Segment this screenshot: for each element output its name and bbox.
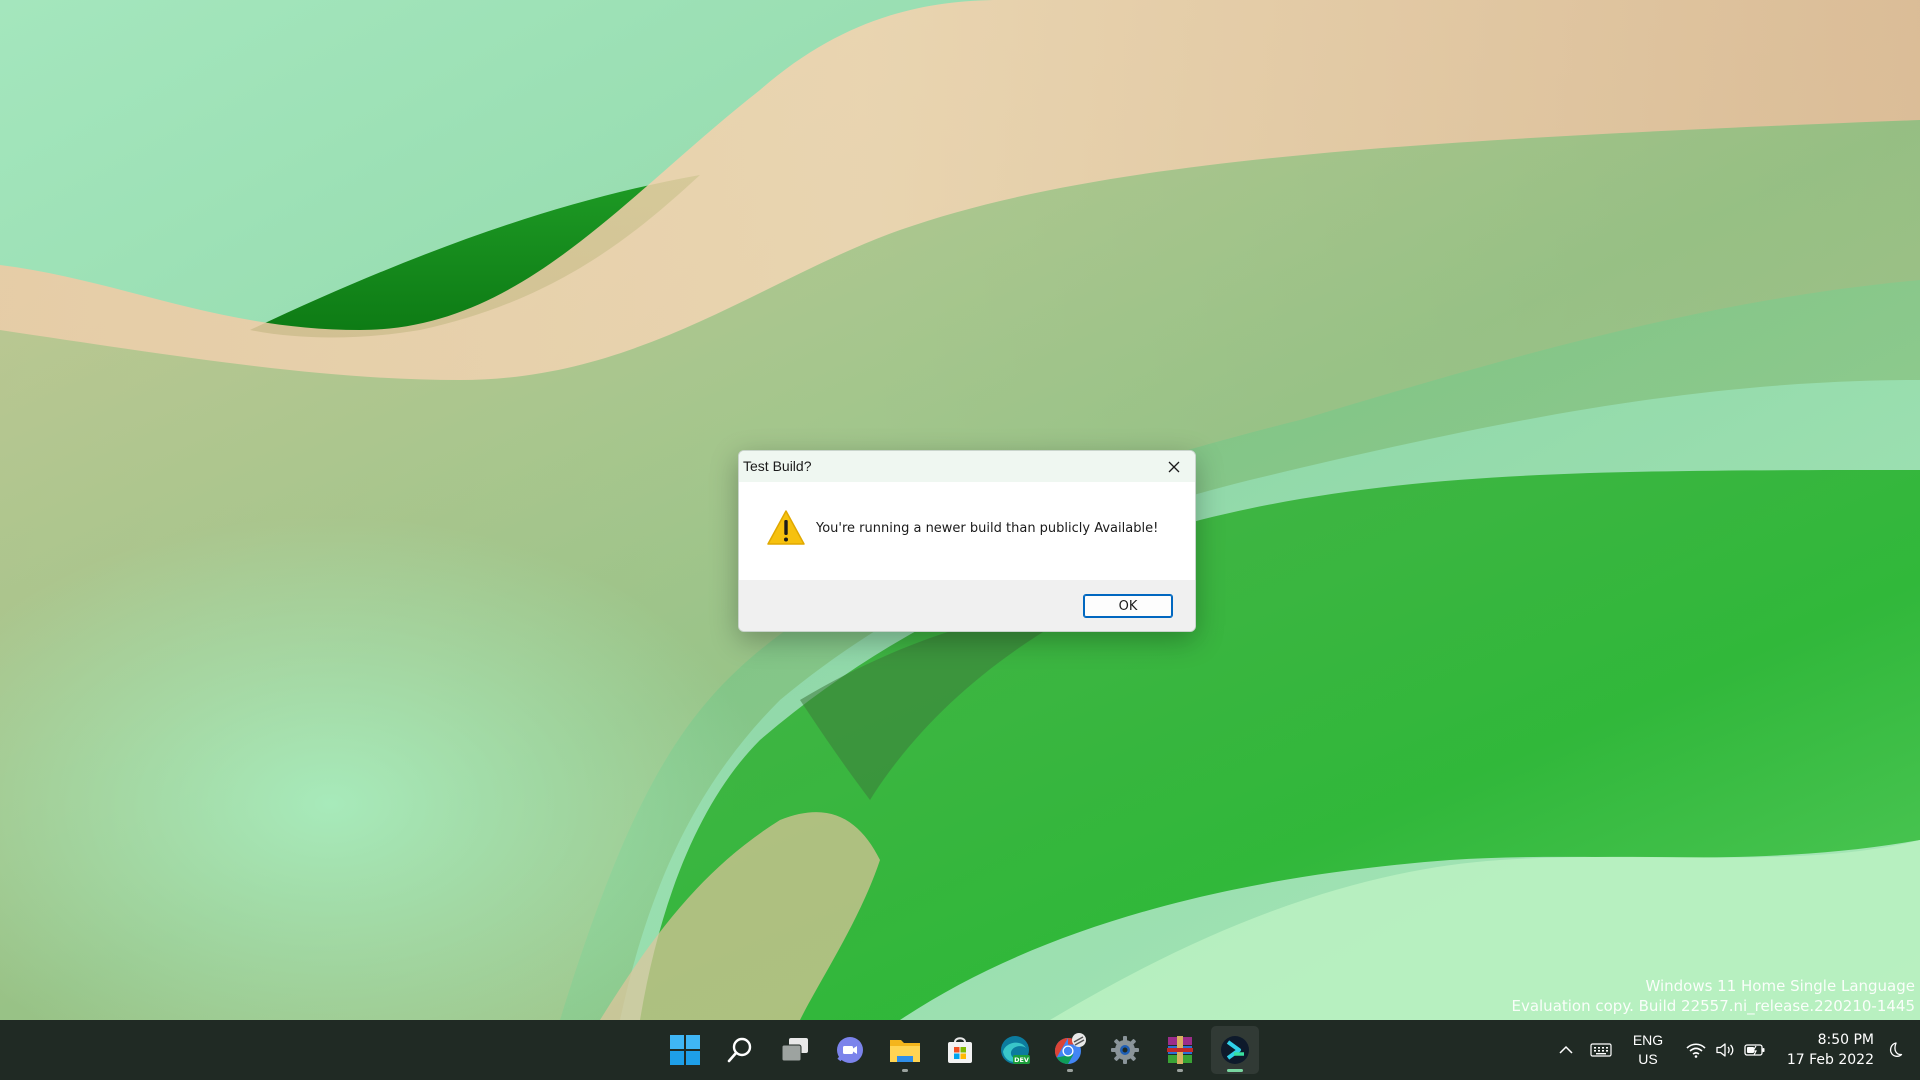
clock-time: 8:50 PM — [1817, 1032, 1874, 1048]
settings-button[interactable] — [1101, 1026, 1149, 1074]
watermark-build: Evaluation copy. Build 22557.ni_release.… — [1511, 997, 1915, 1015]
start-button[interactable] — [661, 1026, 709, 1074]
taskbar: DEV ENG US 8:50 PM 17 Feb 2022 — [0, 1020, 1920, 1080]
dialog-footer: OK — [739, 580, 1195, 631]
terminal-app-button[interactable] — [1211, 1026, 1259, 1074]
search-button[interactable] — [716, 1026, 764, 1074]
watermark-edition: Windows 11 Home Single Language — [1645, 977, 1915, 995]
dialog-message: You're running a newer build than public… — [816, 521, 1159, 536]
input-language-button[interactable]: ENG US — [1628, 1020, 1668, 1080]
teams-chat-button[interactable] — [826, 1026, 874, 1074]
winrar-button[interactable] — [1156, 1026, 1204, 1074]
chrome-beta-icon — [1054, 1033, 1086, 1065]
dialog-titlebar[interactable]: Test Build? — [739, 451, 1195, 482]
battery-icon — [1744, 1044, 1765, 1056]
message-dialog: Test Build? You're running a newer build… — [738, 450, 1196, 632]
microsoft-store-button[interactable] — [936, 1026, 984, 1074]
svg-text:DEV: DEV — [1014, 1056, 1029, 1064]
watermark: Windows 11 Home Single Language Evaluati… — [1511, 976, 1915, 1016]
focus-assist-button[interactable] — [1879, 1020, 1909, 1080]
start-icon — [670, 1035, 700, 1065]
task-view-icon — [781, 1038, 808, 1062]
touch-keyboard-button[interactable] — [1586, 1020, 1616, 1080]
task-view-button[interactable] — [771, 1026, 819, 1074]
language-code: ENG — [1632, 1032, 1664, 1048]
ok-button[interactable]: OK — [1083, 594, 1173, 618]
close-button[interactable] — [1153, 451, 1195, 482]
settings-icon — [1111, 1036, 1139, 1064]
wifi-icon — [1686, 1043, 1706, 1058]
microsoft-store-icon — [948, 1037, 972, 1063]
dialog-title: Test Build? — [743, 458, 812, 474]
teams-chat-icon — [837, 1037, 863, 1063]
edge-dev-icon: DEV — [1001, 1036, 1030, 1064]
clock-button[interactable]: 8:50 PM 17 Feb 2022 — [1778, 1020, 1874, 1080]
terminal-app-icon — [1221, 1036, 1249, 1064]
winrar-icon — [1167, 1036, 1193, 1064]
close-icon — [1168, 461, 1180, 472]
warning-icon — [767, 510, 805, 545]
dialog-body: You're running a newer build than public… — [739, 482, 1195, 580]
region-code: US — [1638, 1051, 1658, 1067]
chevron-up-icon — [1559, 1045, 1573, 1054]
moon-icon — [1889, 1042, 1903, 1057]
running-indicator — [902, 1069, 908, 1072]
clock-date: 17 Feb 2022 — [1786, 1052, 1874, 1068]
quick-settings-button[interactable] — [1681, 1020, 1771, 1080]
file-explorer-button[interactable] — [881, 1026, 929, 1074]
desktop: Windows 11 Home Single Language Evaluati… — [0, 0, 1920, 1080]
running-indicator — [1067, 1069, 1073, 1072]
chrome-beta-button[interactable] — [1046, 1026, 1094, 1074]
show-hidden-icons-button[interactable] — [1553, 1020, 1579, 1080]
active-indicator — [1227, 1069, 1243, 1072]
keyboard-icon — [1590, 1043, 1612, 1057]
running-indicator — [1177, 1069, 1183, 1072]
file-explorer-icon — [890, 1040, 920, 1062]
volume-icon — [1716, 1043, 1734, 1057]
search-icon — [727, 1037, 752, 1063]
edge-dev-button[interactable]: DEV — [991, 1026, 1039, 1074]
